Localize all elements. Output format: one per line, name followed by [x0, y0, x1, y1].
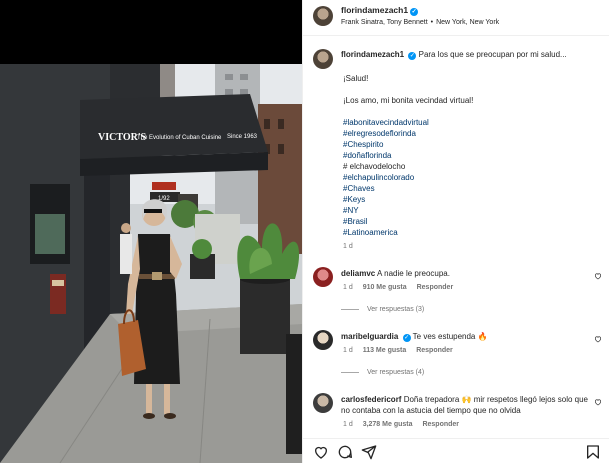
- comment-meta: 1 d 113 Me gusta Responder: [343, 347, 461, 354]
- caption-line-1: ¡Salud!: [343, 74, 369, 83]
- location-label[interactable]: New York, New York: [436, 19, 499, 26]
- caption-username[interactable]: florindamezach1: [341, 50, 404, 59]
- view-replies-button[interactable]: Ver respuestas (3): [341, 306, 424, 313]
- replies-line: [341, 308, 359, 310]
- caption-line-2: ¡Los amo, mi bonita vecindad virtual!: [343, 96, 474, 105]
- hashtag-link[interactable]: #Chespirito: [343, 140, 383, 149]
- commenter-username[interactable]: maribelguardia: [341, 332, 398, 341]
- verified-icon: ✓: [408, 52, 417, 60]
- post-header: florindamezach1 ✓ Frank Sinatra, Tony Ben…: [303, 0, 609, 36]
- author-avatar[interactable]: [313, 6, 333, 26]
- comment-meta: 1 d 910 Me gusta Responder: [343, 284, 461, 291]
- comment-age: 1 d: [343, 284, 353, 291]
- post-subtitle: Frank Sinatra, Tony Bennett • New York, Ne…: [341, 19, 499, 26]
- heart-icon[interactable]: [594, 335, 602, 343]
- separator-dot: •: [430, 19, 434, 26]
- view-replies-label[interactable]: Ver respuestas (4): [367, 369, 424, 376]
- author-username-text[interactable]: florindamezach1: [341, 5, 408, 15]
- comment-likes[interactable]: 910 Me gusta: [363, 284, 407, 291]
- comment-age: 1 d: [343, 421, 353, 428]
- caption-age: 1 d: [343, 243, 353, 250]
- audio-label[interactable]: Frank Sinatra, Tony Bennett: [341, 19, 428, 26]
- view-replies-button[interactable]: Ver respuestas (4): [341, 369, 424, 376]
- photo-pane: VICTOR'S The Evolution of Cuban Cuisine …: [0, 0, 302, 463]
- reply-button[interactable]: Responder: [417, 284, 454, 291]
- reply-button[interactable]: Responder: [422, 421, 459, 428]
- hashtag-text: # elchavodelocho: [343, 162, 406, 171]
- verified-icon: ✓: [410, 8, 419, 16]
- comment-age: 1 d: [343, 347, 353, 354]
- replies-line: [341, 371, 359, 373]
- caption-avatar[interactable]: [313, 49, 333, 69]
- verified-icon: ✓: [402, 334, 411, 342]
- caption-head: florindamezach1 ✓ Para los que se preocu…: [341, 50, 567, 60]
- caption-headline: Para los que se preocupan por mi salud..…: [418, 50, 567, 59]
- hashtag-link[interactable]: #Latinoamerica: [343, 228, 398, 237]
- hashtag-link[interactable]: #Brasil: [343, 217, 367, 226]
- reply-button[interactable]: Responder: [416, 347, 453, 354]
- heart-icon[interactable]: [313, 444, 329, 460]
- commenter-username[interactable]: carlosfedericorf: [341, 395, 401, 404]
- post-side-panel: florindamezach1 ✓ Frank Sinatra, Tony Ben…: [302, 0, 609, 463]
- action-bar: [303, 438, 609, 463]
- share-icon[interactable]: [361, 444, 377, 460]
- commenter-avatar[interactable]: [313, 330, 333, 350]
- commenter-avatar[interactable]: [313, 393, 333, 413]
- hashtag-link[interactable]: #labonitavecindadvirtual: [343, 118, 429, 127]
- hashtag-link[interactable]: #Chaves: [343, 184, 375, 193]
- hashtag-link[interactable]: #Keys: [343, 195, 365, 204]
- view-replies-label[interactable]: Ver respuestas (3): [367, 306, 424, 313]
- comment-likes[interactable]: 113 Me gusta: [363, 347, 407, 354]
- hashtag-link[interactable]: #elregresodeflorinda: [343, 129, 416, 138]
- comment-body: carlosfedericorf Doña trepadora 🙌 mir re…: [341, 394, 591, 416]
- comment-likes[interactable]: 3,278 Me gusta: [363, 421, 413, 428]
- author-username[interactable]: florindamezach1 ✓: [341, 5, 419, 16]
- commenter-avatar[interactable]: [313, 267, 333, 287]
- comment-body: deliamvc A nadie le preocupa.: [341, 268, 591, 279]
- comment-icon[interactable]: [337, 444, 353, 460]
- commenter-username[interactable]: deliamvc: [341, 269, 375, 278]
- awning-since: Since 1963: [227, 134, 258, 140]
- heart-icon[interactable]: [594, 398, 602, 406]
- comment-text: A nadie le preocupa.: [377, 269, 450, 278]
- comment-meta: 1 d 3,278 Me gusta Responder: [343, 421, 467, 428]
- heart-icon[interactable]: [594, 272, 602, 280]
- hashtag-link[interactable]: #NY: [343, 206, 359, 215]
- hashtag-link[interactable]: #doñaflorinda: [343, 151, 391, 160]
- comment-body: maribelguardia ✓ Te ves estupenda 🔥: [341, 331, 591, 342]
- caption-meta: 1 d: [343, 243, 361, 250]
- street-scene: VICTOR'S The Evolution of Cuban Cuisine …: [0, 64, 302, 463]
- hashtag-link[interactable]: #elchapulincolorado: [343, 173, 414, 182]
- comment-text: Te ves estupenda 🔥: [412, 332, 488, 341]
- bookmark-icon[interactable]: [585, 444, 601, 460]
- awning-tagline: The Evolution of Cuban Cuisine: [137, 135, 222, 141]
- post-photo[interactable]: VICTOR'S The Evolution of Cuban Cuisine …: [0, 64, 302, 463]
